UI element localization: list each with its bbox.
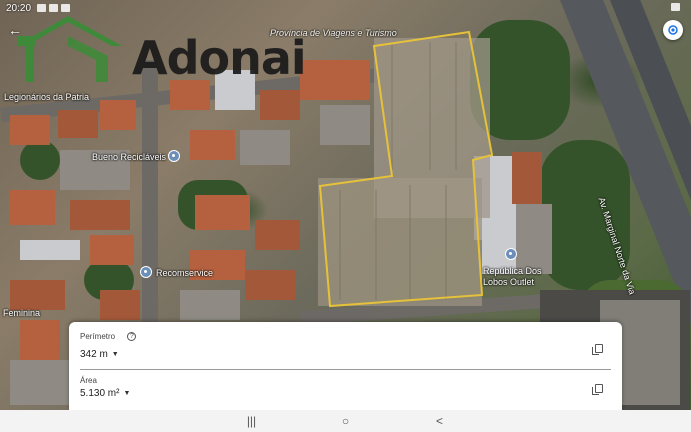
adonai-logo-icon [16,16,122,82]
street-label-legionarios: Legionários da Patria [4,92,90,102]
adonai-watermark: Adonai [132,31,307,85]
place-pin-bueno[interactable] [168,150,180,162]
place-pin-republica[interactable] [505,248,517,260]
system-nav-bar: ||| ○ < [0,410,691,432]
notification-icon [61,4,71,12]
area-unit-dropdown[interactable]: 5.130 m² ▼ [80,388,611,399]
help-icon[interactable]: ? [127,332,137,342]
chevron-down-icon: ▼ [123,390,131,397]
place-label-bueno[interactable]: Bueno Recicláveis [92,152,166,162]
status-time: 20:20 [6,2,32,14]
area-label: Área [80,376,97,385]
notification-icon [49,4,59,12]
compass-icon [668,25,678,35]
place-pin-recomservice[interactable] [140,266,152,278]
perimeter-value: 342 m [80,349,108,361]
back-button[interactable]: < [433,414,447,428]
divider [80,369,611,370]
area-value: 5.130 m² [80,388,120,399]
wifi-icon [671,3,680,11]
measure-distance-panel: Perímetro ? 342 m ▼ Área 5.130 m² ▼ [69,322,622,410]
perimeter-unit-dropdown[interactable]: 342 m ▼ [80,349,611,360]
my-location-button[interactable] [663,20,683,40]
recent-apps-button[interactable]: ||| [245,414,259,428]
place-label-feminina[interactable]: Feminina [3,308,40,318]
place-label-recomservice[interactable]: Recomservice [156,268,213,278]
notification-icon [37,4,47,12]
copy-icon[interactable] [592,384,603,395]
home-button[interactable]: ○ [339,414,353,428]
place-label-republica[interactable]: República Dos Lobos Outlet [483,266,543,288]
chevron-down-icon: ▼ [111,351,119,359]
perimeter-label: Perímetro [80,332,116,341]
copy-icon[interactable] [592,344,603,355]
